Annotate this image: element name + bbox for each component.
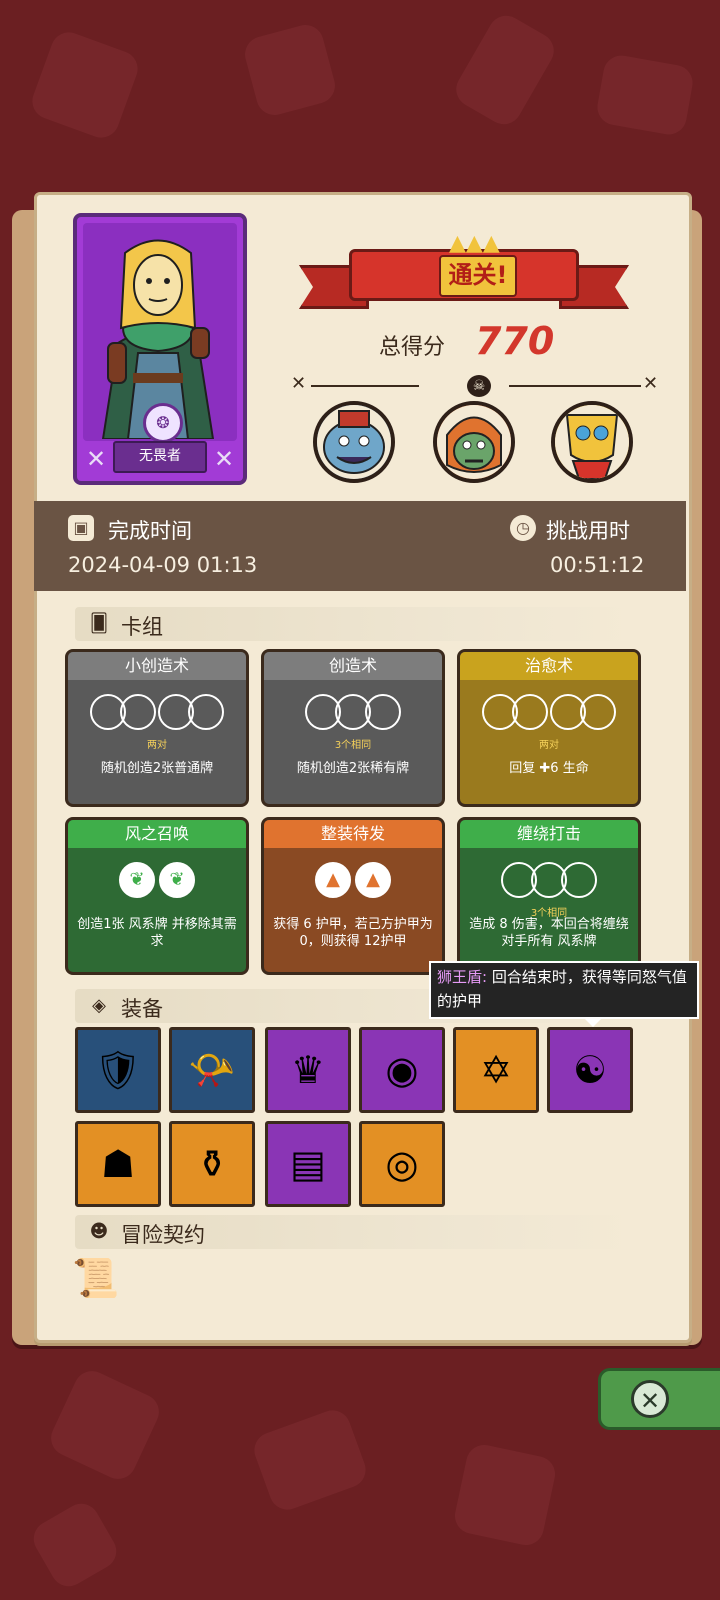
card-description: 创造1张 风系牌 并移除其需求: [77, 917, 237, 949]
deck-card[interactable]: 缠绕打击 3个相同 造成 8 伤害，本回合将缠绕对手所有 风系牌: [457, 817, 641, 975]
banner-title: 通关!: [439, 255, 517, 297]
stopwatch-icon: ◷: [510, 515, 536, 541]
bg-shape: [594, 52, 696, 138]
card-description: 随机创造2张稀有牌: [296, 761, 410, 776]
orb-icon[interactable]: ◎: [359, 1121, 445, 1207]
card-description: 回复 ✚6 生命: [509, 761, 589, 776]
result-page: ❂ ✕ ✕ 无畏者 ▲▲▲ 通关! 总得分 770 ✕ ☠ ✕ ▣ 完成时间 2…: [34, 192, 699, 1343]
completion-info-band: ▣ 完成时间 2024-04-09 01:13 ◷ 挑战用时 00:51:12: [34, 501, 686, 591]
card-description: 获得 6 护甲，若己方护甲为0，则获得 12护甲: [273, 917, 433, 949]
deck-card[interactable]: 整装待发 ▲ ▲ 获得 6 护甲，若己方护甲为0，则获得 12护甲: [261, 817, 445, 975]
card-requirement: 3个相同: [334, 740, 372, 751]
dice-slot-icon: [365, 694, 401, 730]
calendar-icon: ▣: [68, 515, 94, 541]
orange-troll-face-icon: [437, 405, 511, 479]
card-title: 整装待发: [264, 820, 442, 848]
bone-icon: ✕: [85, 445, 107, 473]
scroll-icon[interactable]: 📜: [71, 1253, 121, 1303]
equipment-title: 装备: [121, 997, 163, 1021]
card-title: 小创造术: [68, 652, 246, 680]
card-title: 风之召唤: [68, 820, 246, 848]
divider: [509, 385, 641, 387]
hexagram-icon[interactable]: ✡: [453, 1027, 539, 1113]
deck-card[interactable]: 治愈术 两对 回复 ✚6 生命: [457, 649, 641, 807]
deck-card[interactable]: 风之召唤 ❦ ❦ 创造1张 风系牌 并移除其需求: [65, 817, 249, 975]
potion-jar-icon[interactable]: ⚱: [169, 1121, 255, 1207]
leaf-dice-icon: ❦: [119, 862, 155, 898]
yellow-mask-face-icon: [555, 405, 629, 479]
armor-vest-icon[interactable]: 🛡: [75, 1027, 161, 1113]
deck-title: 卡组: [121, 615, 163, 639]
crossed-swords-icon: ✕: [291, 373, 307, 394]
contract-title: 冒险契约: [121, 1223, 205, 1247]
blue-ogre-face-icon: [317, 405, 391, 479]
bg-shape: [27, 27, 143, 143]
card-title: 创造术: [264, 652, 442, 680]
bg-shape: [45, 1365, 165, 1485]
tooltip-arrow: [583, 1017, 603, 1027]
crown-icon[interactable]: ♛: [265, 1027, 351, 1113]
score-label: 总得分: [379, 335, 446, 360]
hero-card[interactable]: ❂ ✕ ✕ 无畏者: [73, 213, 247, 485]
bg-shape: [449, 9, 561, 131]
leaf-dice-icon: ❦: [159, 862, 195, 898]
rock-dice-icon: ▲: [355, 862, 391, 898]
bg-shape: [241, 21, 339, 119]
person-icon: ☻: [89, 1221, 109, 1242]
dice-slot-icon: [580, 694, 616, 730]
cards-icon: 🂠: [89, 613, 109, 634]
equipment-tooltip: 狮王盾: 回合结束时，获得等同怒气值的护甲: [429, 961, 699, 1019]
close-icon: ✕: [631, 1380, 669, 1418]
bone-icon: ✕: [213, 445, 235, 473]
completion-time-label: 完成时间: [108, 519, 192, 543]
dice-slot-icon: [188, 694, 224, 730]
card-requirement: 两对: [539, 740, 559, 751]
dice-slots: [264, 694, 442, 734]
boss-portrait-orange-troll[interactable]: [433, 401, 515, 483]
score-value: 770: [475, 319, 555, 363]
bg-shape: [27, 1497, 123, 1593]
deck-section-header: 🂠 卡组: [75, 607, 637, 641]
hood-icon[interactable]: ☗: [75, 1121, 161, 1207]
card-description: 随机创造2张普通牌: [100, 761, 214, 776]
skull-icon: ☠: [467, 375, 491, 397]
dice-slots: [460, 862, 638, 902]
card-title: 治愈术: [460, 652, 638, 680]
bg-shape: [451, 1441, 559, 1549]
contract-section-header: ☻ 冒险契约: [75, 1215, 637, 1249]
victory-banner: ▲▲▲ 通关!: [299, 231, 629, 315]
bg-shape: [249, 1405, 371, 1515]
deck-card[interactable]: 创造术 3个相同 随机创造2张稀有牌: [261, 649, 445, 807]
box-icon: ◈: [92, 995, 106, 1016]
horn-icon[interactable]: 📯: [169, 1027, 255, 1113]
dice-slots: ❦ ❦: [68, 862, 246, 902]
boss-portrait-yellow-mask[interactable]: [551, 401, 633, 483]
tooltip-item-name: 狮王盾:: [437, 968, 488, 986]
dice-slot-icon: [120, 694, 156, 730]
duration-label: 挑战用时: [546, 519, 630, 543]
boss-portrait-blue-ogre[interactable]: [313, 401, 395, 483]
completion-time-value: 2024-04-09 01:13: [68, 553, 258, 577]
card-description: 造成 8 伤害，本回合将缠绕对手所有 风系牌: [469, 917, 629, 949]
lion-shield-icon[interactable]: ☯: [547, 1027, 633, 1113]
duration-value: 00:51:12: [550, 553, 645, 577]
dice-slots: ▲ ▲: [264, 862, 442, 902]
card-title: 缠绕打击: [460, 820, 638, 848]
close-button[interactable]: ✕: [598, 1368, 720, 1430]
divider: [311, 385, 419, 387]
card-requirement: 两对: [147, 740, 167, 751]
crossed-swords-icon: ✕: [643, 373, 659, 394]
bracer-icon[interactable]: ◉: [359, 1027, 445, 1113]
deck-card[interactable]: 小创造术 两对 随机创造2张普通牌: [65, 649, 249, 807]
dice-slots: [460, 694, 638, 734]
rock-dice-icon: ▲: [315, 862, 351, 898]
spellbook-icon[interactable]: ▤: [265, 1121, 351, 1207]
dice-slots: [68, 694, 246, 734]
hero-name: 无畏者: [113, 441, 207, 473]
dice-slot-icon: [512, 694, 548, 730]
dice-slot-icon: [561, 862, 597, 898]
crown-spikes-icon: ▲▲▲: [449, 231, 500, 256]
hero-emblem-icon: ❂: [143, 403, 183, 443]
